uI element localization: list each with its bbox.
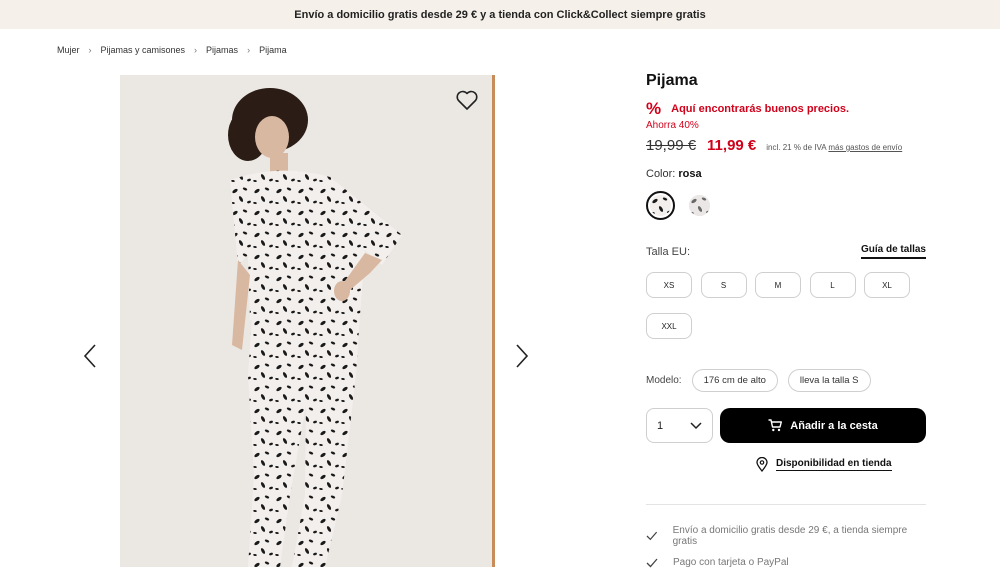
product-info: Pijama % Aquí encontrarás buenos precios…: [646, 72, 926, 568]
size-option-xs[interactable]: XS: [646, 272, 692, 298]
quantity-select[interactable]: 1: [646, 408, 713, 443]
color-label-text: Color:: [646, 168, 676, 180]
benefit-shipping: Envío a domicilio gratis desde 29 €, a t…: [646, 525, 926, 547]
check-icon: [646, 531, 658, 541]
size-option-l[interactable]: L: [809, 272, 856, 298]
product-title: Pijama: [646, 72, 698, 89]
color-swatch-rosa[interactable]: [646, 191, 675, 220]
shipping-banner: Envío a domicilio gratis desde 29 € y a …: [0, 0, 1000, 29]
chevron-right-icon[interactable]: [514, 343, 530, 369]
benefit-shipping-text: Envío a domicilio gratis desde 29 €, a t…: [672, 525, 908, 547]
store-availability-label: Disponibilidad en tienda: [776, 458, 892, 471]
breadcrumb-item-current[interactable]: Pijama: [259, 45, 287, 55]
chevron-down-icon: [690, 421, 702, 429]
breadcrumb-item-mujer[interactable]: Mujer: [57, 45, 80, 55]
size-option-m[interactable]: M: [755, 272, 801, 298]
color-label: Color: rosa: [646, 168, 926, 180]
model-size: lleva la talla S: [787, 369, 871, 392]
breadcrumb-separator-icon: ›: [88, 45, 92, 55]
vat-info: incl. 21 % de IVA más gastos de envío: [766, 143, 902, 152]
model-height: 176 cm de alto: [691, 369, 778, 392]
chevron-left-icon[interactable]: [82, 343, 98, 369]
breadcrumb: Mujer › Pijamas y camisones › Pijamas › …: [57, 45, 287, 55]
breadcrumb-separator-icon: ›: [194, 45, 198, 55]
vat-text: incl. 21 % de IVA: [766, 143, 827, 152]
size-header: Talla EU: Guía de tallas: [646, 244, 926, 259]
product-photo: [120, 75, 495, 567]
location-pin-icon: [756, 457, 768, 472]
breadcrumb-item-pijamas[interactable]: Pijamas: [206, 45, 238, 55]
saving-label: Ahorra 40%: [646, 120, 699, 131]
color-swatch-alt[interactable]: [685, 191, 714, 220]
swatch-pattern: [650, 195, 671, 216]
size-option-s[interactable]: S: [700, 272, 747, 298]
current-price: 11,99 €: [707, 137, 757, 154]
store-availability-link[interactable]: Disponibilidad en tienda: [756, 457, 892, 472]
size-options: XS S M L XL XXL: [646, 272, 926, 354]
size-option-xxl[interactable]: XXL: [646, 313, 692, 339]
quantity-value: 1: [657, 419, 664, 432]
cart-icon: [768, 419, 783, 432]
benefit-payment: Pago con tarjeta o PayPal: [646, 557, 789, 568]
promo-banner: % Aquí encontrarás buenos precios.: [646, 99, 926, 119]
product-image[interactable]: [120, 75, 495, 567]
benefit-payment-text: Pago con tarjeta o PayPal: [673, 557, 789, 568]
shipping-costs-link[interactable]: más gastos de envío: [828, 143, 902, 152]
percent-icon: %: [646, 99, 662, 118]
size-option-xl[interactable]: XL: [864, 272, 910, 298]
size-label: Talla EU:: [646, 245, 691, 258]
model-info: Modelo: 176 cm de alto lleva la talla S: [646, 369, 871, 392]
heart-icon[interactable]: [455, 89, 479, 111]
shipping-banner-text: Envío a domicilio gratis desde 29 € y a …: [294, 8, 706, 21]
color-swatches: [646, 191, 926, 220]
model-label: Modelo:: [646, 375, 682, 386]
breadcrumb-separator-icon: ›: [247, 45, 251, 55]
swatch-pattern: [689, 195, 710, 216]
add-to-cart-button[interactable]: Añadir a la cesta: [720, 408, 926, 443]
promo-text: Aquí encontrarás buenos precios.: [671, 103, 849, 115]
divider: [646, 504, 926, 505]
size-guide-link[interactable]: Guía de tallas: [860, 244, 926, 259]
price-block: 19,99 € 11,99 € incl. 21 % de IVA más ga…: [646, 137, 926, 154]
old-price: 19,99 €: [646, 137, 697, 154]
check-icon: [646, 558, 658, 567]
color-value: rosa: [678, 168, 702, 180]
add-to-cart-label: Añadir a la cesta: [790, 419, 878, 432]
breadcrumb-item-pijamas-y-camisones[interactable]: Pijamas y camisones: [101, 45, 186, 55]
